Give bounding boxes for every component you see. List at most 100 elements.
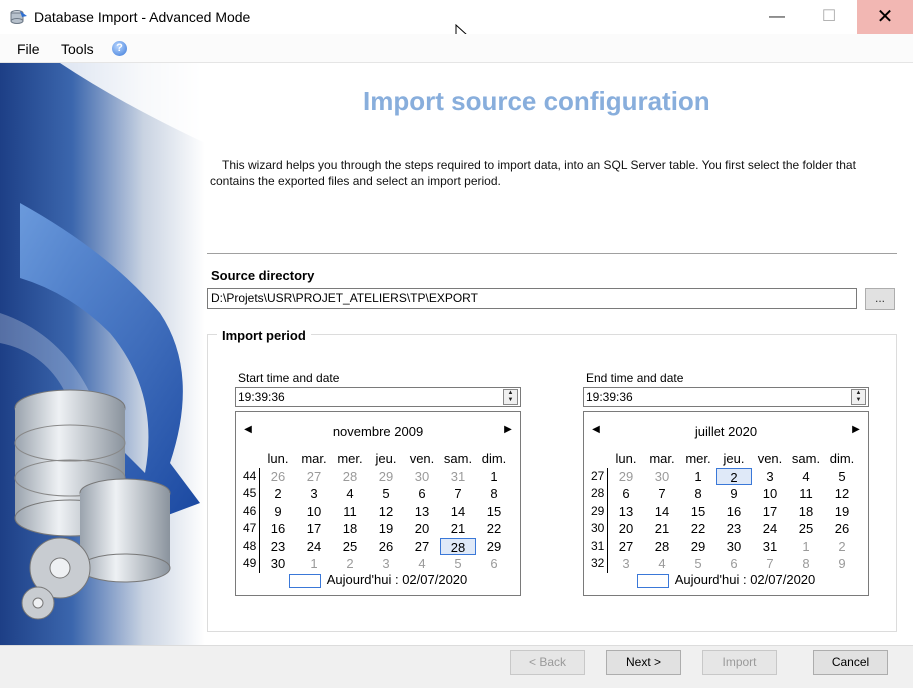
calendar-day[interactable]: 21: [644, 520, 680, 538]
calendar-day[interactable]: 3: [752, 468, 788, 486]
calendar-day[interactable]: 5: [680, 555, 716, 573]
calendar-day[interactable]: 5: [440, 555, 476, 573]
calendar-day[interactable]: 11: [332, 503, 368, 521]
calendar-day[interactable]: 3: [368, 555, 404, 573]
start-today[interactable]: Aujourd'hui : 02/07/2020: [236, 572, 520, 588]
calendar-day[interactable]: 21: [440, 520, 476, 538]
end-calendar-month[interactable]: juillet 2020: [584, 424, 868, 442]
start-time-input[interactable]: 19:39:36 ▲ ▼: [235, 387, 521, 407]
end-next-month-icon[interactable]: ▶: [848, 424, 864, 435]
calendar-day[interactable]: 26: [368, 538, 404, 556]
calendar-day[interactable]: 1: [680, 468, 716, 486]
calendar-day[interactable]: 19: [824, 503, 860, 521]
calendar-day[interactable]: 31: [752, 538, 788, 556]
calendar-day[interactable]: 7: [440, 485, 476, 503]
calendar-day[interactable]: 26: [260, 468, 296, 486]
calendar-day[interactable]: 27: [296, 468, 332, 486]
maximize-button[interactable]: ☐: [806, 0, 852, 34]
calendar-day[interactable]: 7: [644, 485, 680, 503]
cancel-button[interactable]: Cancel: [813, 650, 888, 675]
calendar-day[interactable]: 31: [440, 468, 476, 486]
calendar-day[interactable]: 3: [608, 555, 644, 573]
menu-file[interactable]: File: [17, 41, 40, 57]
calendar-day[interactable]: 27: [404, 538, 440, 556]
calendar-day[interactable]: 25: [788, 520, 824, 538]
calendar-day[interactable]: 1: [476, 468, 512, 486]
calendar-day[interactable]: 9: [716, 485, 752, 503]
minimize-button[interactable]: —: [754, 0, 800, 34]
calendar-day[interactable]: 8: [680, 485, 716, 503]
back-button[interactable]: < Back: [510, 650, 585, 675]
start-calendar-month[interactable]: novembre 2009: [236, 424, 520, 442]
calendar-day[interactable]: 20: [404, 520, 440, 538]
calendar-day[interactable]: 4: [332, 485, 368, 503]
calendar-day[interactable]: 5: [824, 468, 860, 486]
calendar-day[interactable]: 22: [680, 520, 716, 538]
calendar-day[interactable]: 25: [332, 538, 368, 556]
calendar-day[interactable]: 30: [404, 468, 440, 486]
calendar-day[interactable]: 17: [752, 503, 788, 521]
calendar-day[interactable]: 15: [476, 503, 512, 521]
calendar-day[interactable]: 24: [296, 538, 332, 556]
calendar-day[interactable]: 30: [260, 555, 296, 573]
calendar-day[interactable]: 20: [608, 520, 644, 538]
calendar-day[interactable]: 29: [476, 538, 512, 556]
calendar-day[interactable]: 1: [788, 538, 824, 556]
calendar-day[interactable]: 14: [440, 503, 476, 521]
calendar-day[interactable]: 9: [260, 503, 296, 521]
end-today[interactable]: Aujourd'hui : 02/07/2020: [584, 572, 868, 588]
calendar-day[interactable]: 26: [824, 520, 860, 538]
calendar-day[interactable]: 8: [476, 485, 512, 503]
calendar-day[interactable]: 28: [644, 538, 680, 556]
calendar-day[interactable]: 4: [404, 555, 440, 573]
calendar-day[interactable]: 8: [788, 555, 824, 573]
calendar-day[interactable]: 30: [644, 468, 680, 486]
calendar-day[interactable]: 7: [752, 555, 788, 573]
close-button[interactable]: ✕: [857, 0, 913, 34]
calendar-day[interactable]: 5: [368, 485, 404, 503]
end-time-input[interactable]: 19:39:36 ▲ ▼: [583, 387, 869, 407]
calendar-day[interactable]: 30: [716, 538, 752, 556]
calendar-day[interactable]: 24: [752, 520, 788, 538]
end-time-spinner[interactable]: ▲ ▼: [851, 389, 866, 405]
calendar-day[interactable]: 6: [404, 485, 440, 503]
calendar-day[interactable]: 27: [608, 538, 644, 556]
browse-button[interactable]: ...: [865, 288, 895, 310]
start-next-month-icon[interactable]: ▶: [500, 424, 516, 435]
next-button[interactable]: Next >: [606, 650, 681, 675]
calendar-day[interactable]: 2: [824, 538, 860, 556]
calendar-day[interactable]: 10: [296, 503, 332, 521]
calendar-day[interactable]: 6: [608, 485, 644, 503]
calendar-day[interactable]: 1: [296, 555, 332, 573]
source-directory-input[interactable]: D:\Projets\USR\PROJET_ATELIERS\TP\EXPORT: [207, 288, 857, 309]
calendar-day[interactable]: 13: [404, 503, 440, 521]
calendar-day[interactable]: 3: [296, 485, 332, 503]
calendar-day[interactable]: 22: [476, 520, 512, 538]
calendar-day[interactable]: 23: [716, 520, 752, 538]
calendar-day[interactable]: 2: [332, 555, 368, 573]
calendar-day[interactable]: 23: [260, 538, 296, 556]
calendar-day[interactable]: 6: [716, 555, 752, 573]
calendar-day[interactable]: 16: [716, 503, 752, 521]
calendar-day[interactable]: 12: [824, 485, 860, 503]
calendar-day[interactable]: 16: [260, 520, 296, 538]
calendar-day[interactable]: 29: [608, 468, 644, 486]
calendar-day[interactable]: 4: [644, 555, 680, 573]
calendar-day[interactable]: 4: [788, 468, 824, 486]
calendar-day[interactable]: 6: [476, 555, 512, 573]
calendar-day[interactable]: 9: [824, 555, 860, 573]
calendar-day[interactable]: 17: [296, 520, 332, 538]
calendar-day[interactable]: 2: [260, 485, 296, 503]
calendar-day[interactable]: 19: [368, 520, 404, 538]
start-time-spinner[interactable]: ▲ ▼: [503, 389, 518, 405]
help-icon[interactable]: ?: [112, 41, 127, 56]
calendar-day[interactable]: 12: [368, 503, 404, 521]
calendar-day[interactable]: 29: [368, 468, 404, 486]
calendar-day[interactable]: 15: [680, 503, 716, 521]
calendar-day[interactable]: 10: [752, 485, 788, 503]
menu-tools[interactable]: Tools: [61, 41, 94, 57]
import-button[interactable]: Import: [702, 650, 777, 675]
calendar-day[interactable]: 28: [440, 537, 476, 555]
calendar-day[interactable]: 13: [608, 503, 644, 521]
calendar-day[interactable]: 2: [716, 467, 752, 485]
